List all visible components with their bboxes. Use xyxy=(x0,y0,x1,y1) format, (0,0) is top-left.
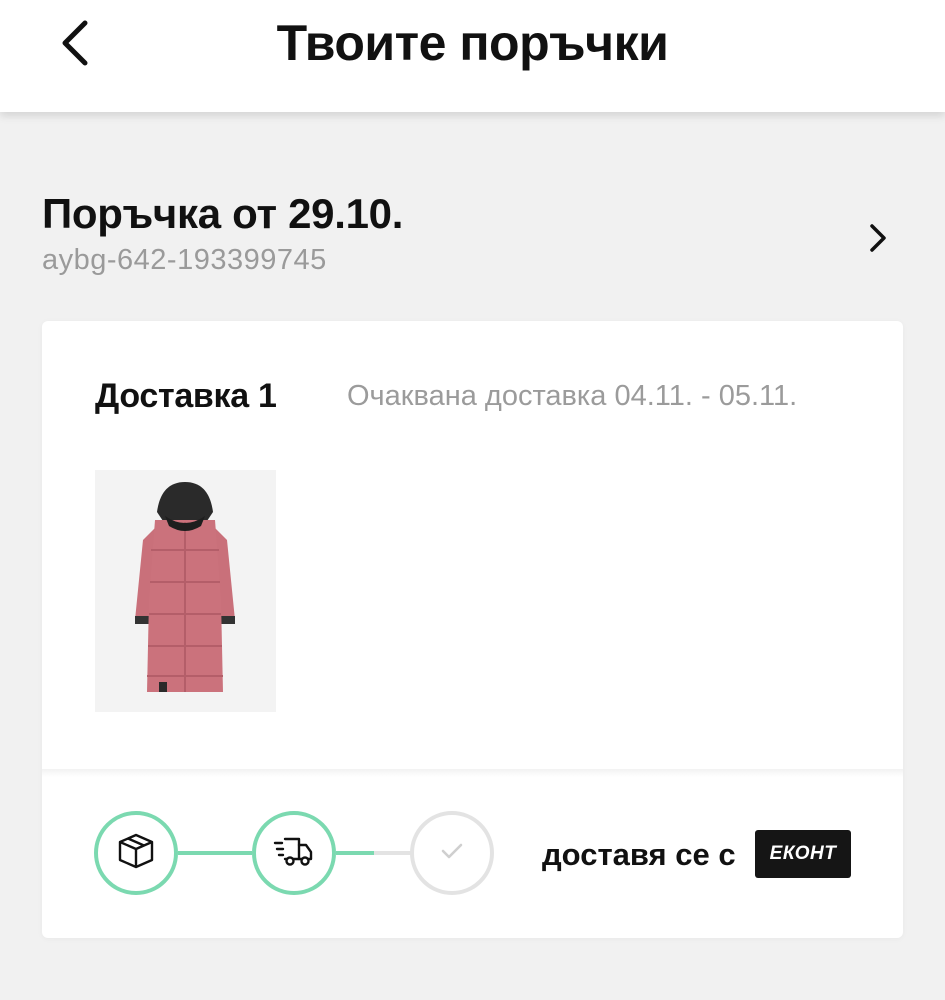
product-image[interactable] xyxy=(95,470,276,712)
checkmark-icon xyxy=(437,839,467,868)
econt-logo: ЕКОНТ xyxy=(755,830,851,878)
top-bar: Твоите поръчки xyxy=(0,0,945,112)
card-divider xyxy=(42,769,903,777)
carrier-logo-text: ЕКОНТ xyxy=(769,843,837,864)
progress-line-done xyxy=(178,851,252,855)
progress-line-done xyxy=(336,851,374,855)
page-title: Твоите поръчки xyxy=(276,15,669,71)
delivery-label: Доставка 1 xyxy=(95,377,277,415)
order-title: Поръчка от 29.10. xyxy=(42,190,404,237)
package-icon xyxy=(116,831,156,876)
expected-delivery-date: Очаквана доставка 04.11. - 05.11. xyxy=(347,380,798,412)
order-number: aybg-642-193399745 xyxy=(42,244,327,276)
delivery-truck-icon xyxy=(273,831,315,876)
order-summary-row[interactable]: Поръчка от 29.10. aybg-642-193399745 xyxy=(42,190,902,290)
carrier-text: доставя се с xyxy=(542,837,736,872)
progress-line-pending xyxy=(374,851,412,855)
delivery-progress-tracker xyxy=(94,811,494,895)
chevron-right-icon xyxy=(868,222,888,259)
delivery-card: Доставка 1 Очаквана доставка 04.11. - 05… xyxy=(42,321,903,938)
step-packed xyxy=(94,811,178,895)
step-delivered xyxy=(410,811,494,895)
step-in-transit xyxy=(252,811,336,895)
